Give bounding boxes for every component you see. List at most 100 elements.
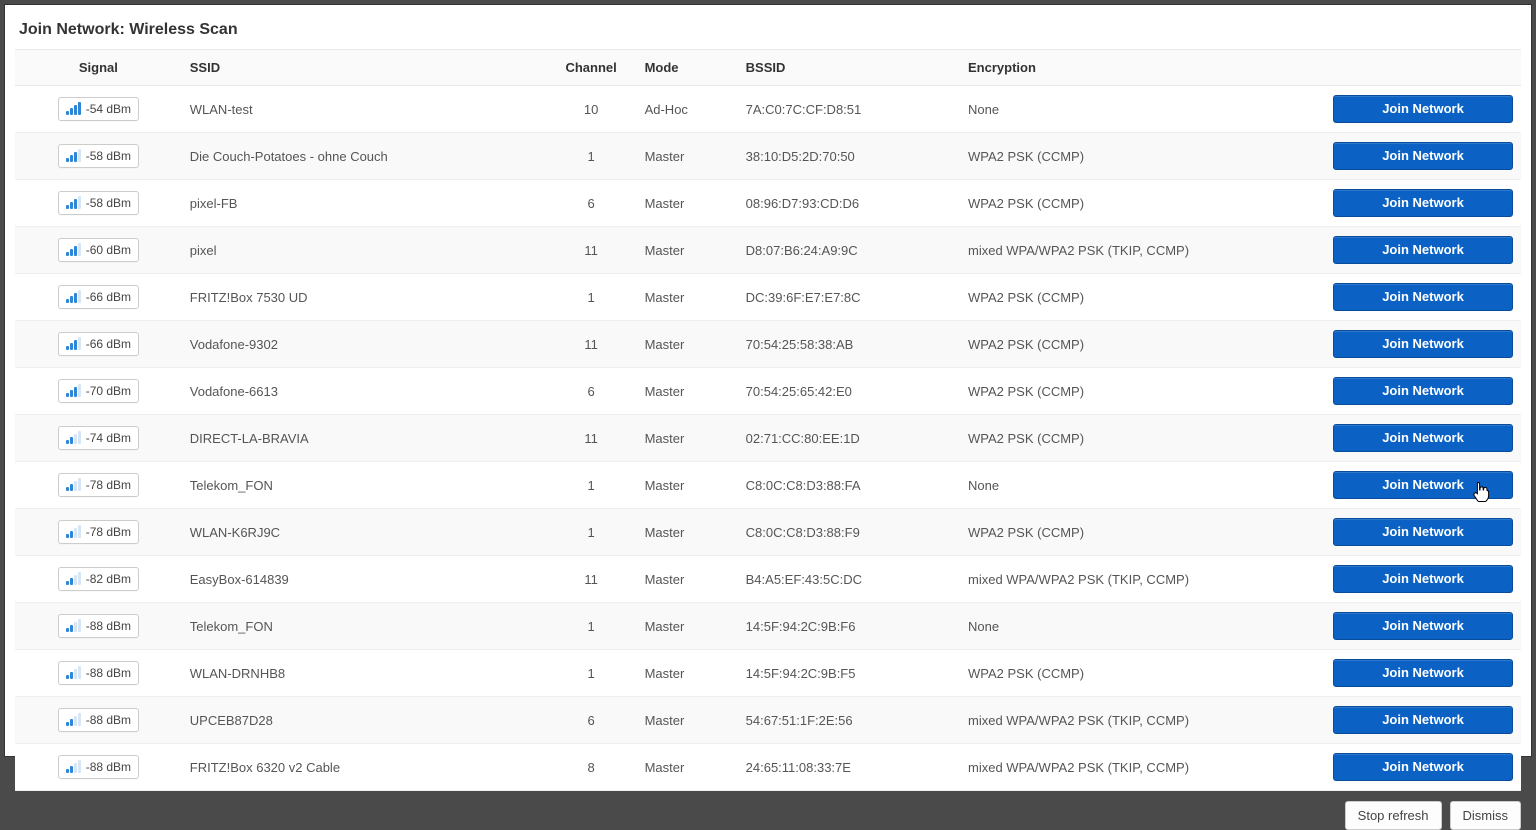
header-action — [1319, 50, 1521, 86]
mode-cell: Master — [637, 368, 738, 415]
channel-cell: 1 — [546, 133, 637, 180]
signal-badge: -78 dBm — [58, 473, 139, 497]
signal-value: -88 dBm — [86, 713, 131, 727]
ssid-cell: Die Couch-Potatoes - ohne Couch — [182, 133, 546, 180]
signal-value: -82 dBm — [86, 572, 131, 586]
action-cell: Join Network — [1319, 415, 1521, 462]
signal-badge: -58 dBm — [58, 144, 139, 168]
ssid-cell: WLAN-test — [182, 86, 546, 133]
signal-value: -60 dBm — [86, 243, 131, 257]
signal-value: -66 dBm — [86, 337, 131, 351]
encryption-cell: WPA2 PSK (CCMP) — [960, 415, 1319, 462]
signal-strength-icon — [66, 244, 81, 256]
action-cell: Join Network — [1319, 321, 1521, 368]
table-row: -88 dBmUPCEB87D286Master54:67:51:1F:2E:5… — [15, 697, 1521, 744]
bssid-cell: DC:39:6F:E7:E7:8C — [738, 274, 960, 321]
action-cell: Join Network — [1319, 650, 1521, 697]
channel-cell: 1 — [546, 274, 637, 321]
join-network-button[interactable]: Join Network — [1333, 659, 1513, 687]
action-cell: Join Network — [1319, 180, 1521, 227]
ssid-cell: WLAN-DRNHB8 — [182, 650, 546, 697]
header-encryption: Encryption — [960, 50, 1319, 86]
bssid-cell: C8:0C:C8:D3:88:F9 — [738, 509, 960, 556]
signal-value: -58 dBm — [86, 149, 131, 163]
join-network-button[interactable]: Join Network — [1333, 377, 1513, 405]
encryption-cell: WPA2 PSK (CCMP) — [960, 509, 1319, 556]
signal-badge: -88 dBm — [58, 708, 139, 732]
signal-badge: -70 dBm — [58, 379, 139, 403]
ssid-cell: WLAN-K6RJ9C — [182, 509, 546, 556]
action-cell: Join Network — [1319, 86, 1521, 133]
signal-strength-icon — [66, 526, 81, 538]
signal-strength-icon — [66, 385, 81, 397]
signal-cell: -88 dBm — [15, 603, 182, 650]
ssid-cell: Telekom_FON — [182, 603, 546, 650]
scan-results-table: Signal SSID Channel Mode BSSID Encryptio… — [15, 49, 1521, 791]
action-cell: Join Network — [1319, 368, 1521, 415]
join-network-button[interactable]: Join Network — [1333, 142, 1513, 170]
signal-badge: -88 dBm — [58, 661, 139, 685]
signal-value: -70 dBm — [86, 384, 131, 398]
join-network-button[interactable]: Join Network — [1333, 471, 1513, 499]
encryption-cell: mixed WPA/WPA2 PSK (TKIP, CCMP) — [960, 697, 1319, 744]
signal-value: -58 dBm — [86, 196, 131, 210]
action-cell: Join Network — [1319, 697, 1521, 744]
encryption-cell: WPA2 PSK (CCMP) — [960, 650, 1319, 697]
encryption-cell: WPA2 PSK (CCMP) — [960, 321, 1319, 368]
join-network-button[interactable]: Join Network — [1333, 283, 1513, 311]
join-network-button[interactable]: Join Network — [1333, 565, 1513, 593]
bssid-cell: 24:65:11:08:33:7E — [738, 744, 960, 791]
mode-cell: Master — [637, 415, 738, 462]
header-signal: Signal — [15, 50, 182, 86]
join-network-button[interactable]: Join Network — [1333, 189, 1513, 217]
join-network-button[interactable]: Join Network — [1333, 424, 1513, 452]
mode-cell: Master — [637, 650, 738, 697]
mode-cell: Master — [637, 274, 738, 321]
mode-cell: Master — [637, 509, 738, 556]
join-network-button[interactable]: Join Network — [1333, 330, 1513, 358]
header-channel: Channel — [546, 50, 637, 86]
table-row: -58 dBmpixel-FB6Master08:96:D7:93:CD:D6W… — [15, 180, 1521, 227]
table-row: -70 dBmVodafone-66136Master70:54:25:65:4… — [15, 368, 1521, 415]
ssid-cell: Vodafone-9302 — [182, 321, 546, 368]
bssid-cell: 14:5F:94:2C:9B:F6 — [738, 603, 960, 650]
stop-refresh-button[interactable]: Stop refresh — [1345, 801, 1442, 830]
signal-badge: -66 dBm — [58, 285, 139, 309]
signal-strength-icon — [66, 573, 81, 585]
signal-cell: -82 dBm — [15, 556, 182, 603]
table-row: -66 dBmFRITZ!Box 7530 UD1MasterDC:39:6F:… — [15, 274, 1521, 321]
signal-cell: -88 dBm — [15, 650, 182, 697]
join-network-button[interactable]: Join Network — [1333, 95, 1513, 123]
bssid-cell: 70:54:25:65:42:E0 — [738, 368, 960, 415]
signal-cell: -88 dBm — [15, 697, 182, 744]
ssid-cell: EasyBox-614839 — [182, 556, 546, 603]
join-network-button[interactable]: Join Network — [1333, 612, 1513, 640]
join-network-button[interactable]: Join Network — [1333, 518, 1513, 546]
channel-cell: 8 — [546, 744, 637, 791]
signal-strength-icon — [66, 197, 81, 209]
channel-cell: 1 — [546, 462, 637, 509]
signal-cell: -78 dBm — [15, 462, 182, 509]
signal-strength-icon — [66, 432, 81, 444]
bssid-cell: D8:07:B6:24:A9:9C — [738, 227, 960, 274]
channel-cell: 6 — [546, 697, 637, 744]
action-cell: Join Network — [1319, 227, 1521, 274]
join-network-button[interactable]: Join Network — [1333, 236, 1513, 264]
bssid-cell: 54:67:51:1F:2E:56 — [738, 697, 960, 744]
mode-cell: Master — [637, 321, 738, 368]
signal-badge: -82 dBm — [58, 567, 139, 591]
action-cell: Join Network — [1319, 462, 1521, 509]
join-network-button[interactable]: Join Network — [1333, 706, 1513, 734]
header-mode: Mode — [637, 50, 738, 86]
join-network-button[interactable]: Join Network — [1333, 753, 1513, 781]
bssid-cell: 14:5F:94:2C:9B:F5 — [738, 650, 960, 697]
mode-cell: Master — [637, 744, 738, 791]
action-cell: Join Network — [1319, 556, 1521, 603]
action-cell: Join Network — [1319, 744, 1521, 791]
signal-cell: -60 dBm — [15, 227, 182, 274]
mode-cell: Master — [637, 133, 738, 180]
bssid-cell: 02:71:CC:80:EE:1D — [738, 415, 960, 462]
ssid-cell: DIRECT-LA-BRAVIA — [182, 415, 546, 462]
signal-badge: -58 dBm — [58, 191, 139, 215]
dismiss-button[interactable]: Dismiss — [1450, 801, 1522, 830]
